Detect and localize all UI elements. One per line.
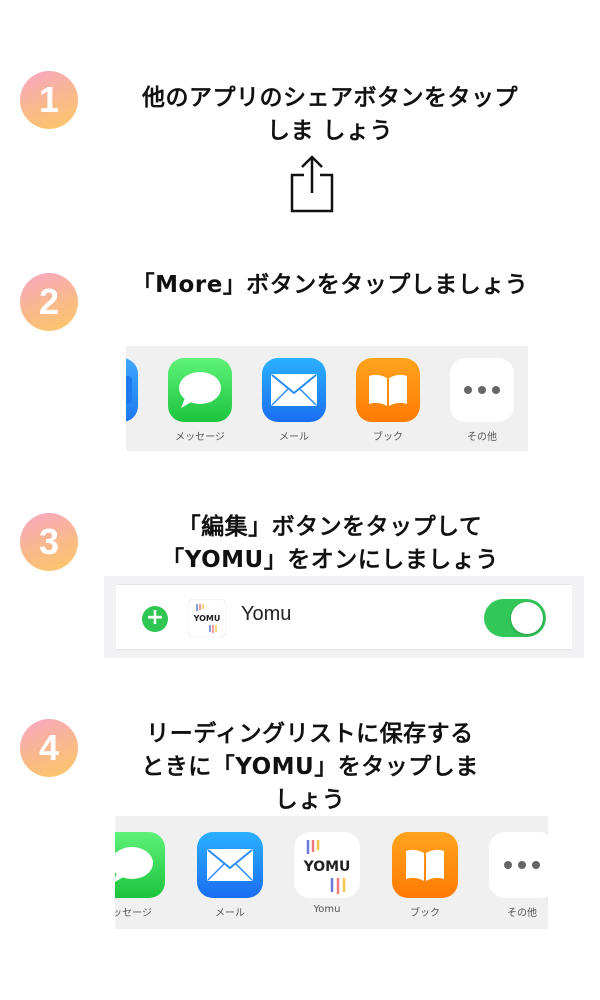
step-3-badge: 3 (20, 513, 78, 571)
messages-app-label: ッセージ (115, 908, 152, 919)
add-icon[interactable]: + (142, 606, 168, 632)
more-app-label: その他 (507, 908, 537, 919)
mail-icon (271, 374, 317, 406)
more-app[interactable] (489, 832, 548, 898)
toggle-knob (511, 602, 543, 634)
yomu-app-label: Yomu (313, 904, 341, 915)
step-4-line-3: しょう (274, 787, 346, 813)
share-sheet-tray-1: メッセージ メール ブック その他 (126, 346, 528, 451)
step-3-text: 「編集」ボタンをタップして 「YOMU」をオンにしましょう (110, 511, 550, 577)
more-icon (464, 386, 500, 394)
step-3-line-2: 「YOMU」をオンにしましょう (161, 547, 499, 573)
share-icon (290, 155, 334, 213)
books-app[interactable] (356, 358, 420, 422)
step-2-line-1: 「More」ボタンをタップしましょう (131, 272, 529, 298)
books-app-label: ブック (373, 432, 403, 443)
yomu-logo-text: YOMU (303, 859, 351, 875)
messages-app[interactable] (168, 358, 232, 422)
step-4-line-1: リーディングリストに保存する (146, 721, 474, 747)
mail-app[interactable] (262, 358, 326, 422)
step-2-badge: 2 (20, 273, 78, 331)
yomu-toggle-row: + YOMU Yomu (116, 584, 572, 650)
step-1-line-1: 他のアプリのシェアボタンをタップ (142, 85, 518, 111)
yomu-icon: YOMU (303, 840, 351, 894)
step-1-text: 他のアプリのシェアボタンをタップ しま しょう (110, 82, 550, 148)
books-icon (369, 374, 407, 406)
step-1-line-2: しま しょう (266, 118, 393, 144)
step-4-badge: 4 (20, 719, 78, 777)
books-icon (406, 849, 444, 881)
step-4-text: リーディングリストに保存する ときに「YOMU」をタップしま しょう (100, 718, 520, 817)
messages-app-label: メッセージ (175, 432, 225, 443)
yomu-logo-icon: YOMU (188, 599, 226, 637)
mail-icon (207, 849, 253, 881)
more-app[interactable] (450, 358, 514, 422)
messages-icon (115, 847, 153, 882)
mail-app-label: メール (279, 432, 309, 443)
step-4-line-2: ときに「YOMU」をタップしま (141, 754, 479, 780)
messages-icon (179, 372, 221, 408)
more-app-label: その他 (467, 432, 497, 443)
yomu-row-label: Yomu (241, 603, 292, 625)
edit-actions-panel: + YOMU Yomu (104, 576, 584, 658)
partial-app-edge (126, 376, 132, 404)
mail-app[interactable] (197, 832, 263, 898)
mail-app-label: メール (215, 908, 245, 919)
books-app-label: ブック (410, 908, 440, 919)
books-app[interactable] (392, 832, 458, 898)
messages-app[interactable] (115, 832, 165, 898)
share-sheet-tray-2: ッセージ メール YOMU Yomu ブック その他 (115, 816, 548, 929)
yomu-logo-text: YOMU (193, 614, 221, 623)
more-icon (504, 861, 540, 869)
step-3-line-1: 「編集」ボタンをタップして (177, 514, 483, 540)
step-2-text: 「More」ボタンをタップしましょう (100, 269, 560, 302)
step-1-badge: 1 (20, 71, 78, 129)
yomu-app[interactable]: YOMU (294, 832, 360, 898)
yomu-toggle-switch[interactable] (484, 599, 546, 637)
